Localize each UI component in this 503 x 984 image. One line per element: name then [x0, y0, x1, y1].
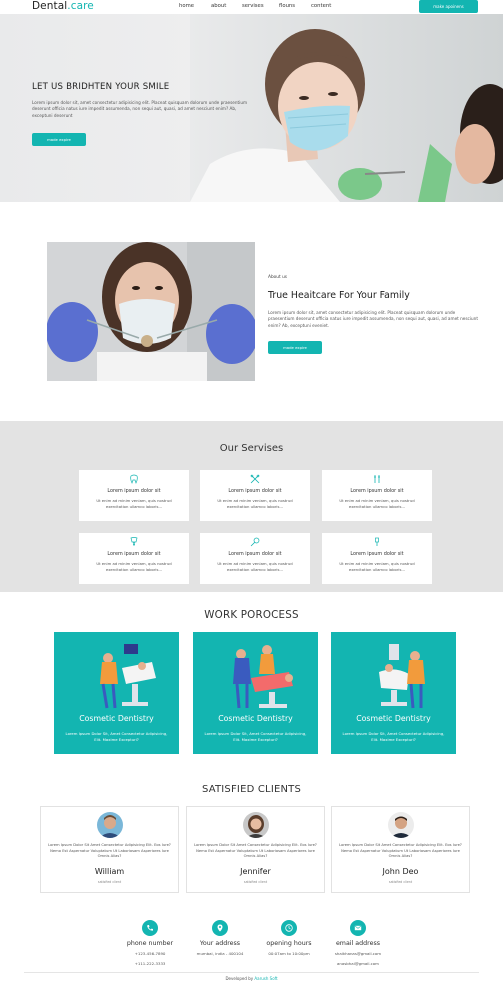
service-title: Lorem ipsum dolor sit — [350, 488, 404, 494]
about-text: Lorem ipsum dolor sit, amet consectetur … — [268, 310, 478, 328]
nav-home[interactable]: home — [179, 3, 194, 9]
contact-line: +123-456-7890 — [134, 951, 166, 956]
service-text: Ut enim ad minim veniam, quis nostrud ex… — [339, 561, 415, 572]
footer-divider — [24, 972, 479, 973]
work-process-card[interactable]: Cosmetic Dentistry Lorem Ipsum Dolor Sit… — [331, 632, 456, 754]
location-pin-icon — [212, 920, 228, 936]
mouth-mirror-icon — [250, 537, 260, 547]
nav-services[interactable]: servises — [242, 3, 264, 9]
work-process-card[interactable]: Cosmetic Dentistry Lorem Ipsum Dolor Sit… — [193, 632, 318, 754]
contact-title: phone number — [126, 940, 174, 947]
tooth-brush-icon — [375, 537, 379, 546]
footer-author-link[interactable]: Aarush Soft — [254, 976, 277, 981]
nav-content[interactable]: content — [311, 3, 331, 9]
phone-icon — [142, 920, 158, 936]
brand-logo[interactable]: Dental.care — [32, 0, 94, 12]
nav-flouns[interactable]: flouns — [279, 3, 295, 9]
dental-tools-icon — [250, 474, 260, 484]
avatar — [387, 812, 414, 838]
dental-instruments-icon — [374, 475, 380, 483]
client-name: Jennifer — [240, 867, 271, 876]
service-title: Lorem ipsum dolor sit — [350, 551, 404, 557]
tooth-implant-icon — [130, 537, 138, 546]
avatar — [96, 812, 123, 838]
client-role: satisfied client — [97, 880, 122, 884]
work-process-card-text: Lorem Ipsum Dolor Sit, Amet Consectetur … — [65, 731, 168, 742]
dental-chair-illustration — [100, 644, 156, 709]
services-title: Our Servises — [219, 443, 284, 454]
work-process-title: WORK POROCESS — [204, 609, 299, 621]
site-header: Dental.care home about servises flouns c… — [0, 0, 503, 14]
make-appointment-button[interactable]: make apoinens — [419, 0, 478, 13]
service-text: Ut enim ad minim veniam, quis nostrud ex… — [96, 561, 172, 572]
service-text: Ut enim ad minim veniam, quis nostrud ex… — [339, 498, 415, 509]
service-card[interactable]: Lorem ipsum dolor sit Ut enim ad minim v… — [322, 533, 432, 584]
services-section: Our Servises Lorem ipsum dolor sit Ut en… — [0, 421, 503, 592]
work-process-card-text: Lorem Ipsum Dolor Sit, Amet Consectetur … — [204, 731, 307, 742]
testimonial-card: Lorem Ipsum Dolor Sit Amet Consectetur A… — [186, 806, 325, 893]
clock-icon — [281, 920, 297, 936]
client-role: satisfied client — [243, 880, 268, 884]
about-title: True Heaitcare For Your Family — [268, 290, 410, 301]
contact-line: mumbai, india - 400104 — [196, 951, 244, 956]
work-process-card-text: Lorem Ipsum Dolor Sit, Amet Consectetur … — [342, 731, 445, 742]
testimonial-quote: Lorem Ipsum Dolor Sit Amet Consectetur A… — [194, 843, 317, 859]
service-title: Lorem ipsum dolor sit — [228, 488, 282, 494]
mail-icon — [350, 920, 366, 936]
service-title: Lorem ipsum dolor sit — [107, 488, 161, 494]
service-text: Ut enim ad minim veniam, quis nostrud ex… — [217, 561, 293, 572]
hero-button[interactable]: made expire — [32, 133, 86, 146]
hero-section: LET US BRIDHTEN YOUR SMILE Lorem ipsum d… — [0, 14, 503, 202]
service-title: Lorem ipsum dolor sit — [228, 551, 282, 557]
about-dentist-photo — [47, 242, 255, 381]
client-name: John Deo — [382, 867, 419, 876]
contact-title: email address — [335, 940, 381, 947]
contact-line: shaikhanas@gmail.com — [334, 951, 382, 956]
footer-prefix: Developed by — [225, 976, 254, 981]
service-title: Lorem ipsum dolor sit — [107, 551, 161, 557]
testimonial-quote: Lorem Ipsum Dolor Sit Amet Consectetur A… — [339, 843, 462, 859]
hero-text: Lorem ipsum dolor sit, amet consectetur … — [32, 100, 248, 118]
work-process-card[interactable]: Cosmetic Dentistry Lorem Ipsum Dolor Sit… — [54, 632, 179, 754]
testimonial-card: Lorem Ipsum Dolor Sit Amet Consectetur A… — [331, 806, 470, 893]
service-text: Ut enim ad minim veniam, quis nostrud ex… — [96, 498, 172, 509]
service-card[interactable]: Lorem ipsum dolor sit Ut enim ad minim v… — [200, 533, 310, 584]
work-process-card-title: Cosmetic Dentistry — [218, 714, 293, 723]
footer-credit: Developed by Aarush Soft — [0, 976, 503, 981]
service-text: Ut enim ad minim veniam, quis nostrud ex… — [217, 498, 293, 509]
tooth-icon — [130, 474, 138, 484]
about-button[interactable]: made expire — [268, 341, 322, 354]
nav-about[interactable]: about — [211, 3, 226, 9]
contact-title: opening hours — [266, 940, 312, 947]
avatar — [242, 812, 269, 838]
clients-title: SATISFIED CLIENTS — [201, 784, 302, 795]
testimonial-card: Lorem Ipsum Dolor Sit Amet Consectetur A… — [40, 806, 179, 893]
service-card[interactable]: Lorem ipsum dolor sit Ut enim ad minim v… — [200, 470, 310, 521]
contact-title: Your address — [199, 940, 241, 947]
service-card[interactable]: Lorem ipsum dolor sit Ut enim ad minim v… — [79, 533, 189, 584]
hero-title: LET US BRIDHTEN YOUR SMILE — [32, 82, 170, 92]
contact-line: +111-222-3333 — [134, 961, 166, 966]
contact-line: anasbhai@gmail.com — [337, 961, 379, 966]
work-process-card-title: Cosmetic Dentistry — [356, 714, 431, 723]
service-card[interactable]: Lorem ipsum dolor sit Ut enim ad minim v… — [79, 470, 189, 521]
contact-line: 00:07am to 10:00pm — [268, 951, 310, 956]
brand-name: Dental — [32, 0, 68, 12]
work-process-card-title: Cosmetic Dentistry — [79, 714, 154, 723]
service-card[interactable]: Lorem ipsum dolor sit Ut enim ad minim v… — [322, 470, 432, 521]
brand-suffix: .care — [67, 0, 94, 12]
about-label: About us — [268, 275, 288, 280]
dentist-with-patient-illustration — [379, 644, 425, 709]
testimonial-quote: Lorem Ipsum Dolor Sit Amet Consectetur A… — [48, 843, 171, 859]
dental-team-illustration — [233, 645, 293, 709]
client-name: William — [94, 867, 125, 876]
client-role: satisfied client — [388, 880, 413, 884]
